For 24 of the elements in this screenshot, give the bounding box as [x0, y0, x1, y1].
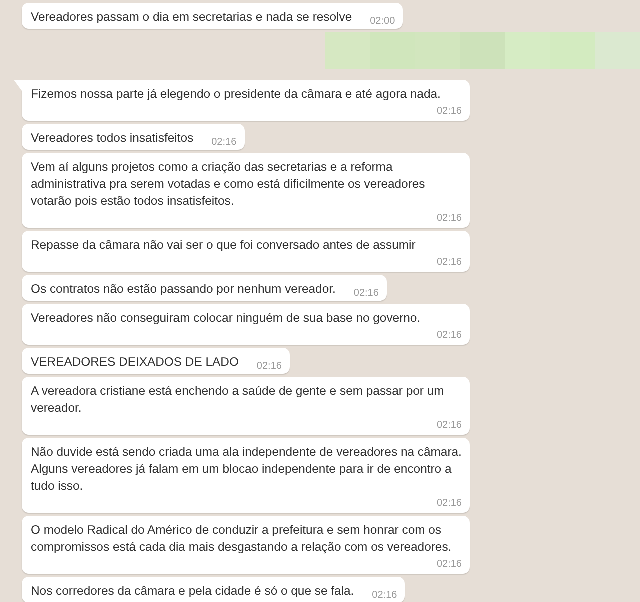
message-time: 02:16 [436, 420, 462, 432]
message-text: Vereadores todos insatisfeitos [31, 130, 194, 147]
message-time: 02:16 [436, 498, 462, 510]
message-time: 02:16 [372, 590, 398, 602]
message-time: 02:16 [212, 137, 237, 149]
message-time: 02:16 [354, 288, 379, 300]
message-time: 02:16 [436, 106, 462, 118]
message-time: 02:16 [436, 559, 462, 571]
message-text: Os contratos não estão passando por nenhum vereador. [31, 281, 336, 298]
message-text: Fizemos nossa parte já elegendo o presidente da câmara e até agora nada. [31, 87, 441, 101]
message-time: 02:16 [256, 361, 282, 373]
message-time: 02:16 [436, 213, 462, 225]
message-text: Vereadores não conseguiram colocar ninguém de sua base no governo. [31, 311, 421, 325]
message-text: Nos corredores da câmara e pela cidade é só o que se fala. [31, 583, 354, 600]
message-time: 02:16 [436, 257, 462, 269]
message-text: Vereadores passam o dia em secretarias e nada se resolve [31, 9, 352, 26]
message-text: O modelo Radical do Américo de conduzir a prefeitura e sem honrar com os compromissos está cada dia mais desgastando a relação com os vereadores. [31, 523, 452, 554]
message-text: A vereadora cristiane está enchendo a saúde de gente e sem passar por um vereador. [31, 384, 444, 415]
message-text: Não duvide está sendo criada uma ala independente de vereadores na câmara. Alguns vereadores já falam em um blocao independente para ir de encontro a tudo isso. [31, 445, 462, 493]
message-text: Repasse da câmara não vai ser o que foi conversado antes de assumir [31, 238, 416, 252]
message-time: 02:00 [370, 16, 396, 28]
message-text: VEREADORES DEIXADOS DE LADO [31, 354, 239, 371]
message-text: Vem aí alguns projetos como a criação das secretarias e a reforma administrativa pra serem votadas e como está dificilmente os vereadores votarão pois estão todos insatisfeitos. [31, 160, 426, 208]
message-time: 02:16 [436, 330, 462, 342]
